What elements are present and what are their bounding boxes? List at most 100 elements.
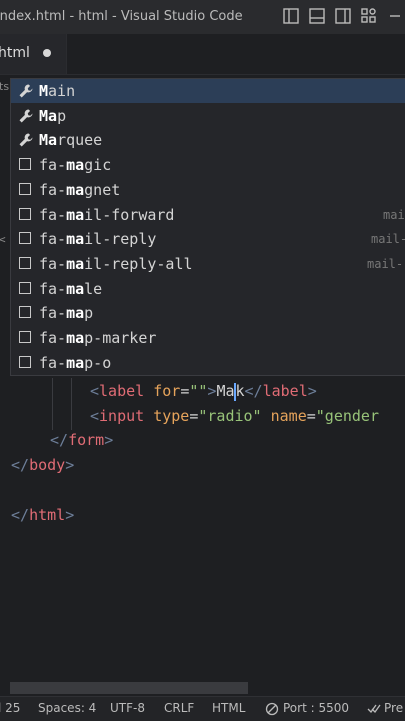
- suggestion-item[interactable]: fa-mail-reply-all mail-re: [11, 252, 405, 276]
- suggestion-prefix: fa-: [39, 254, 67, 273]
- suggestion-item[interactable]: fa-male: [11, 277, 405, 301]
- suggestion-label: p: [57, 106, 67, 125]
- code-line[interactable]: </html>: [0, 503, 405, 527]
- editor-tab-bar: html: [0, 34, 405, 75]
- suggestion-item[interactable]: fa-map-marker: [11, 326, 405, 350]
- wrench-icon: [19, 109, 33, 123]
- toggle-primary-sidebar-icon[interactable]: [281, 6, 301, 26]
- tab-label: html: [0, 45, 30, 61]
- window-title: index.html - html - Visual Studio Code: [0, 9, 243, 24]
- suggestion-label: gic: [84, 156, 112, 175]
- suggestion-label: p-o: [84, 353, 112, 372]
- double-check-icon: [367, 704, 381, 714]
- suggestion-match: ma: [66, 205, 85, 224]
- code-line[interactable]: </form>: [0, 428, 405, 452]
- code-token: input: [99, 407, 145, 425]
- code-token: type: [153, 407, 190, 425]
- toggle-secondary-sidebar-icon[interactable]: [333, 6, 353, 26]
- customize-layout-icon[interactable]: [359, 6, 379, 26]
- code-line[interactable]: <label for="">Mak</label>: [0, 379, 405, 403]
- status-indentation[interactable]: Spaces: 4: [38, 701, 96, 715]
- status-live-server-port[interactable]: Port : 5500: [283, 701, 349, 715]
- code-line[interactable]: <input type="radio" name="gender: [0, 404, 405, 428]
- code-token: <: [90, 382, 100, 400]
- code-token: name: [270, 407, 307, 425]
- suggestion-prefix: fa-: [39, 353, 67, 372]
- suggestion-match: ma: [66, 329, 85, 347]
- text-kind-icon: [19, 331, 31, 343]
- layout-controls: [275, 6, 405, 26]
- text-kind-icon: [19, 281, 31, 294]
- code-token: </: [11, 456, 30, 474]
- suggestion-item[interactable]: fa-magic: [11, 153, 405, 177]
- code-token: >: [65, 506, 75, 524]
- editor-tab[interactable]: html: [0, 34, 67, 74]
- suggestion-item[interactable]: fa-magnet: [11, 178, 405, 202]
- suggestion-match: ma: [66, 254, 85, 273]
- text-kind-icon: [19, 256, 31, 269]
- suggestion-match: ma: [66, 180, 85, 199]
- suggestion-item[interactable]: fa-map: [11, 301, 405, 325]
- suggestion-match: ma: [66, 353, 85, 372]
- code-token: </: [244, 382, 263, 400]
- title-bar: index.html - html - Visual Studio Code: [0, 0, 405, 34]
- suggestion-match: M: [39, 82, 49, 100]
- code-token: =: [180, 382, 190, 400]
- code-token: label: [99, 382, 145, 400]
- status-encoding[interactable]: UTF-8: [110, 701, 145, 715]
- code-token: "": [189, 382, 208, 400]
- code-token: form: [68, 431, 105, 449]
- text-kind-icon: [19, 306, 31, 319]
- suggestion-prefix: fa-: [39, 205, 67, 224]
- suggestion-label: rquee: [57, 131, 103, 150]
- code-token: >: [65, 456, 75, 474]
- suggestion-match: ma: [66, 230, 85, 249]
- suggestion-label: gnet: [84, 180, 121, 199]
- suggestion-match: ma: [66, 156, 85, 175]
- gutter-caret: <: [0, 233, 6, 246]
- suggestion-label: il-reply: [84, 230, 157, 249]
- code-token: "gender: [315, 407, 379, 425]
- status-prettier[interactable]: Pre: [384, 701, 403, 715]
- suggestion-prefix: fa-: [39, 304, 67, 323]
- code-line[interactable]: </body>: [0, 453, 405, 477]
- suggestion-prefix: fa-: [39, 156, 67, 175]
- status-eol[interactable]: CRLF: [164, 701, 194, 715]
- suggestion-match: ma: [66, 279, 85, 298]
- code-token: label: [262, 382, 308, 400]
- minimize-icon[interactable]: [385, 6, 405, 26]
- horizontal-scrollbar[interactable]: [10, 682, 248, 694]
- status-language[interactable]: HTML: [212, 701, 245, 715]
- suggestion-widget: Main Map Marquee fa-magic fa-magnet fa-m…: [10, 78, 405, 376]
- wrench-icon: [19, 84, 33, 98]
- suggestion-item[interactable]: fa-mail-forward mai: [11, 203, 405, 227]
- suggestion-prefix: fa-: [39, 329, 67, 347]
- code-token: </: [50, 431, 69, 449]
- suggestion-prefix: fa-: [39, 279, 67, 298]
- suggestion-label: ain: [48, 82, 76, 100]
- code-token: body: [29, 456, 66, 474]
- no-entry-icon: [265, 702, 279, 716]
- code-token: k: [235, 382, 245, 400]
- unsaved-dot-icon[interactable]: [43, 49, 51, 57]
- suggestion-item[interactable]: Map: [11, 104, 405, 128]
- suggestion-prefix: fa-: [39, 180, 67, 199]
- suggestion-item[interactable]: Main: [11, 79, 405, 103]
- toggle-panel-icon[interactable]: [307, 6, 327, 26]
- suggestion-item[interactable]: fa-map-o: [11, 351, 405, 375]
- code-token: =: [306, 407, 316, 425]
- suggestion-label: le: [84, 279, 103, 298]
- suggestion-label: p: [84, 304, 94, 323]
- suggestion-item[interactable]: fa-mail-reply mail-: [11, 227, 405, 251]
- text-kind-icon: [19, 158, 31, 171]
- suggestion-label: il-forward: [84, 205, 175, 224]
- suggestion-prefix: fa-: [39, 230, 67, 249]
- suggestion-detail: mail-re: [367, 256, 405, 271]
- code-token: <: [90, 407, 100, 425]
- code-token: </: [11, 506, 30, 524]
- status-cursor-position[interactable]: l 25: [0, 701, 20, 715]
- suggestion-detail: mai: [383, 207, 405, 222]
- suggestion-match: ma: [66, 304, 85, 323]
- suggestion-item[interactable]: Marquee: [11, 128, 405, 152]
- suggestion-match: Ma: [39, 131, 58, 150]
